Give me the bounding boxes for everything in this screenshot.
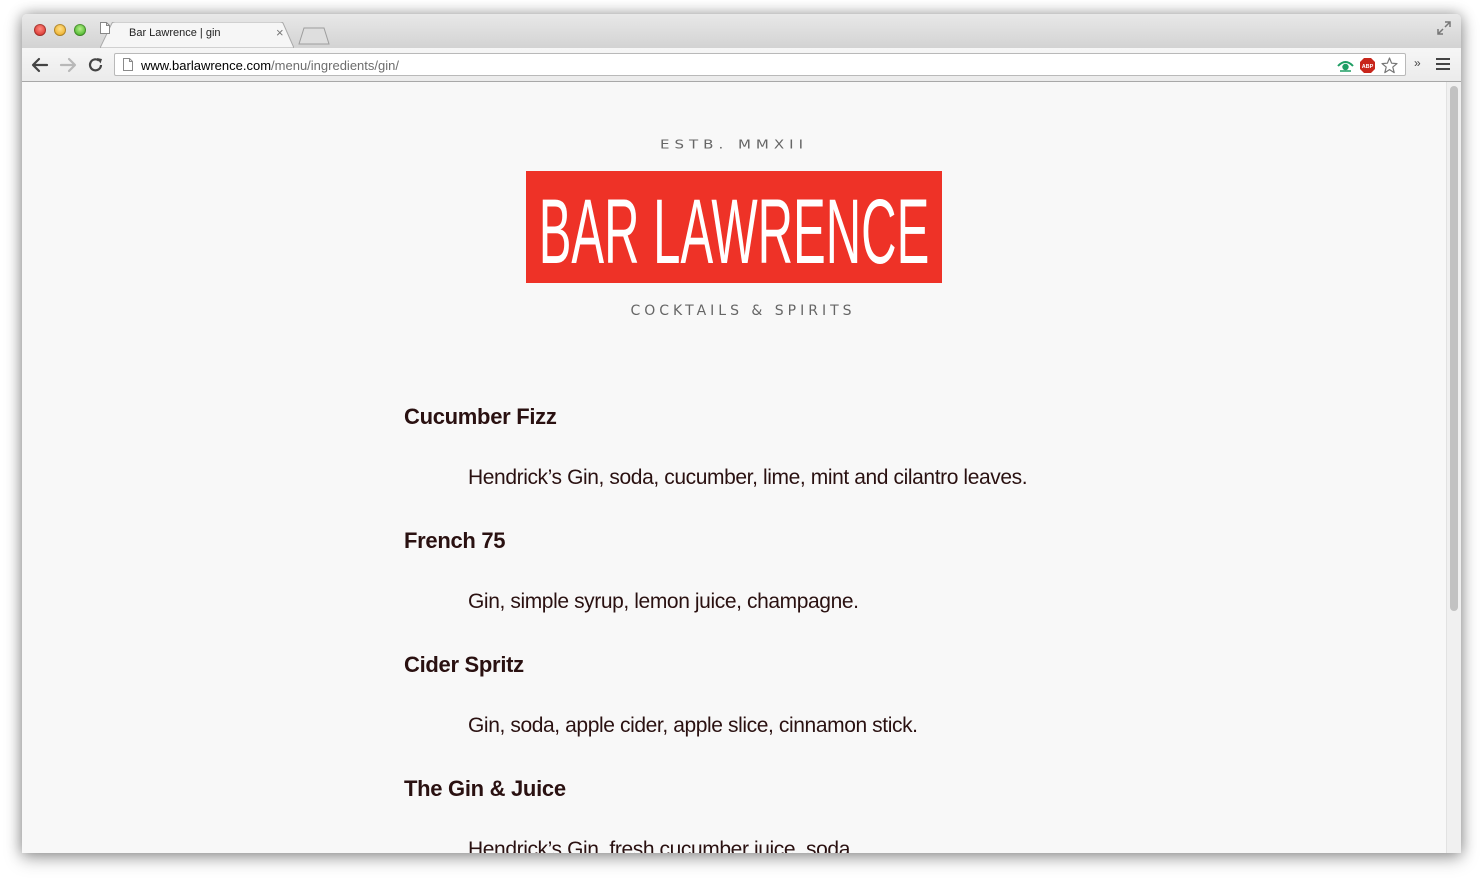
cocktail-description: Hendrick’s Gin, soda, cucumber, lime, mi… — [468, 466, 1028, 489]
cocktail-description: Gin, soda, apple cider, apple slice, cin… — [468, 714, 918, 737]
tagline: COCKTAILS & SPIRITS — [630, 303, 856, 319]
list-item: French 75 Gin, simple syrup, lemon juice… — [404, 524, 1204, 648]
tab-close-icon[interactable]: × — [276, 25, 284, 40]
fullscreen-icon[interactable] — [1437, 21, 1451, 35]
minimize-window-button[interactable] — [54, 24, 66, 36]
arrow-right-icon[interactable] — [59, 56, 77, 74]
scrollbar-thumb[interactable] — [1450, 86, 1458, 611]
close-window-button[interactable] — [34, 24, 46, 36]
svg-text:ABP: ABP — [1362, 64, 1374, 70]
cocktail-name: Cucumber Fizz — [404, 404, 557, 429]
browser-toolbar: www.barlawrence.com/menu/ingredients/gin… — [22, 48, 1461, 82]
new-tab-button[interactable] — [298, 27, 330, 45]
arrow-left-icon[interactable] — [31, 56, 49, 74]
zoom-window-button[interactable] — [74, 24, 86, 36]
tab-strip: Bar Lawrence | gin × — [22, 14, 1461, 48]
url-path: /menu/ingredients/gin/ — [271, 58, 399, 73]
list-item: Cucumber Fizz Hendrick’s Gin, soda, cucu… — [404, 400, 1204, 524]
established-text: ESTB. MMXII — [660, 136, 808, 152]
url-host: www.barlawrence.com — [141, 58, 272, 73]
page-viewport[interactable]: ESTB. MMXII BAR LAWRENCE COCKTAILS & SPI… — [22, 82, 1461, 853]
gin-cocktail-list: Cucumber Fizz Hendrick’s Gin, soda, cucu… — [404, 400, 1204, 853]
browser-window: Bar Lawrence | gin × www.barlawrence.com… — [22, 14, 1461, 853]
list-item: Cider Spritz Gin, soda, apple cider, app… — [404, 648, 1204, 772]
vertical-scrollbar[interactable] — [1446, 82, 1461, 853]
page-document-icon — [123, 58, 133, 71]
hamburger-menu-icon[interactable] — [1436, 58, 1450, 71]
star-icon[interactable] — [1381, 57, 1398, 74]
adblock-plus-icon[interactable]: ABP — [1359, 57, 1376, 74]
tab-title: Bar Lawrence | gin — [129, 27, 221, 39]
logo-text: BAR LAWRENCE — [539, 181, 930, 283]
extensions-overflow-button[interactable]: » — [1414, 56, 1421, 70]
document-icon — [100, 22, 110, 34]
cocktail-description: Hendrick’s Gin, fresh cucumber juice, so… — [468, 838, 856, 853]
site-logo[interactable]: BAR LAWRENCE — [526, 171, 942, 283]
url-text: www.barlawrence.com/menu/ingredients/gin… — [141, 58, 399, 73]
cocktail-name: French 75 — [404, 528, 506, 553]
address-bar[interactable]: www.barlawrence.com/menu/ingredients/gin… — [114, 53, 1406, 76]
cocktail-description: Gin, simple syrup, lemon juice, champagn… — [468, 590, 859, 613]
green-eye-extension-icon[interactable] — [1337, 57, 1354, 74]
cocktail-name: The Gin & Juice — [404, 776, 566, 801]
tab-bar-lawrence-gin[interactable]: Bar Lawrence | gin × — [100, 22, 294, 48]
list-item: The Gin & Juice Hendrick’s Gin, fresh cu… — [404, 772, 1204, 853]
cocktail-name: Cider Spritz — [404, 652, 524, 677]
reload-icon[interactable] — [87, 56, 105, 74]
